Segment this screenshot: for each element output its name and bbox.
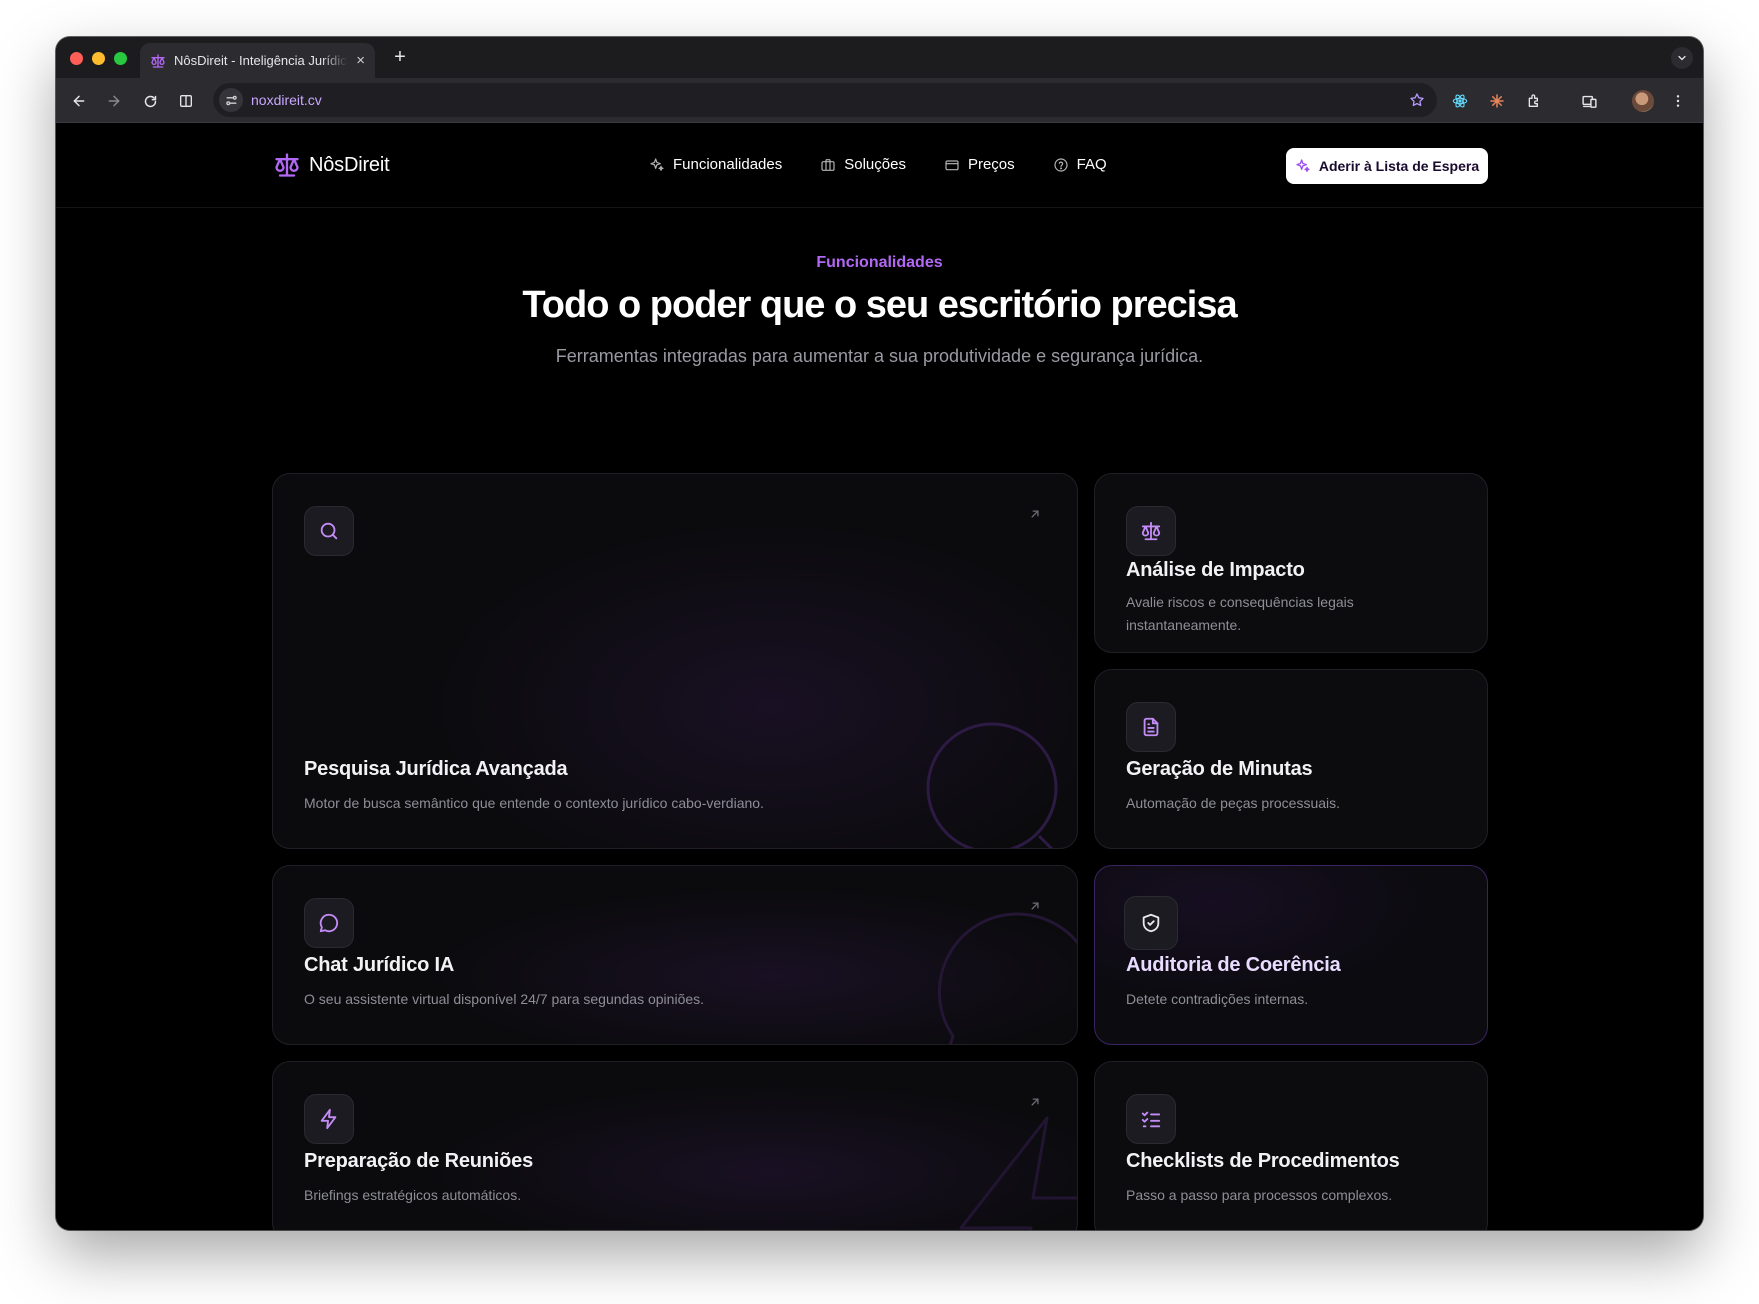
nav-item-solucoes[interactable]: Soluções (820, 156, 906, 173)
back-button[interactable] (68, 90, 90, 112)
message-circle-icon (304, 898, 354, 948)
nav-label: FAQ (1076, 156, 1107, 173)
browser-tab-active[interactable]: NôsDireit - Inteligência Jurídica × (140, 43, 375, 78)
feature-title: Pesquisa Jurídica Avançada (304, 758, 568, 780)
site-navbar: NôsDireit Funcionalidades Soluções Preço… (56, 124, 1703, 208)
feature-title: Preparação de Reuniões (304, 1150, 534, 1172)
address-bar[interactable]: noxdireit.cv (213, 83, 1437, 117)
zap-icon (304, 1094, 354, 1144)
close-window-button[interactable] (70, 52, 83, 65)
feature-desc: Passo a passo para processos complexos. (1126, 1187, 1393, 1203)
feature-desc: Detete contradições internas. (1126, 991, 1309, 1007)
site-info-icon[interactable] (219, 88, 243, 112)
arrow-up-right-icon (1028, 899, 1042, 913)
arrow-up-right-icon (1028, 507, 1042, 521)
sparkle-extension-icon[interactable] (1486, 90, 1508, 112)
feature-desc: Briefings estratégicos automáticos. (304, 1187, 522, 1203)
cta-label: Aderir à Lista de Espera (1318, 158, 1480, 174)
forward-button[interactable] (103, 90, 125, 112)
browser-toolbar: noxdireit.cv (56, 78, 1703, 123)
tab-close-icon[interactable]: × (356, 52, 365, 69)
feature-card-analise[interactable]: Análise de Impacto Avalie riscos e conse… (1094, 473, 1488, 653)
extensions-puzzle-icon[interactable] (1523, 90, 1545, 112)
arrow-right-icon (108, 95, 120, 107)
tab-search-button[interactable] (1671, 47, 1693, 69)
more-menu-icon[interactable] (1667, 90, 1689, 112)
scale-favicon-icon (150, 53, 166, 69)
credit-card-icon (945, 159, 959, 170)
url-text[interactable]: noxdireit.cv (251, 92, 1409, 108)
split-view-icon (180, 95, 192, 107)
reload-button[interactable] (139, 90, 161, 112)
feature-title: Geração de Minutas (1126, 758, 1313, 780)
section-eyebrow: Funcionalidades (816, 254, 943, 271)
reload-icon (144, 95, 156, 107)
devices-icon[interactable] (1578, 90, 1600, 112)
chat-watermark-icon (937, 912, 1077, 1044)
nav-links: Funcionalidades Soluções Preços FAQ (649, 156, 1107, 173)
feature-card-checklists[interactable]: Checklists de Procedimentos Passo a pass… (1094, 1061, 1488, 1230)
scale-logo-icon (275, 153, 299, 177)
feature-desc: Motor de busca semântico que entende o c… (304, 795, 764, 811)
feature-desc: Automação de peças processuais. (1126, 795, 1341, 811)
join-waitlist-button[interactable]: Aderir à Lista de Espera (1286, 148, 1488, 184)
sparkles-icon (1296, 159, 1310, 172)
feature-desc: Avalie riscos e consequências legais ins… (1126, 594, 1354, 633)
feature-card-pesquisa[interactable]: Pesquisa Jurídica Avançada Motor de busc… (272, 473, 1078, 849)
file-text-icon (1126, 702, 1176, 752)
feature-title: Análise de Impacto (1126, 559, 1305, 581)
window-controls (70, 52, 127, 65)
help-circle-icon (1054, 157, 1068, 172)
minimize-window-button[interactable] (92, 52, 105, 65)
list-checks-icon (1126, 1094, 1176, 1144)
brand-name: NôsDireit (309, 153, 390, 176)
nav-label: Soluções (844, 156, 906, 173)
feature-title: Auditoria de Coerência (1126, 954, 1341, 976)
react-devtools-icon[interactable] (1449, 90, 1471, 112)
shield-check-icon (1124, 896, 1178, 950)
feature-card-reunioes[interactable]: Preparação de Reuniões Briefings estraté… (272, 1061, 1078, 1230)
nav-label: Funcionalidades (673, 156, 783, 173)
profile-avatar[interactable] (1632, 90, 1654, 112)
new-tab-button[interactable]: + (388, 46, 412, 69)
nav-item-faq[interactable]: FAQ (1053, 156, 1107, 173)
browser-window: NôsDireit - Inteligência Jurídica × + no… (56, 37, 1703, 1230)
feature-desc: O seu assistente virtual disponível 24/7… (304, 991, 705, 1007)
search-icon (304, 506, 354, 556)
feature-title: Checklists de Procedimentos (1126, 1150, 1400, 1172)
nav-label: Preços (967, 156, 1015, 173)
split-view-button[interactable] (175, 90, 197, 112)
nav-item-precos[interactable]: Preços (944, 156, 1015, 173)
feature-card-auditoria[interactable]: Auditoria de Coerência Detete contradiçõ… (1094, 865, 1488, 1045)
tab-strip: NôsDireit - Inteligência Jurídica × + (56, 37, 1703, 78)
section-subtitle: Ferramentas integradas para aumentar a s… (555, 346, 1204, 366)
brand-logo[interactable]: NôsDireit (273, 151, 390, 179)
maximize-window-button[interactable] (114, 52, 127, 65)
web-page: NôsDireit Funcionalidades Soluções Preço… (56, 124, 1703, 1230)
zap-watermark-icon (959, 1116, 1077, 1230)
tab-title: NôsDireit - Inteligência Jurídica (174, 53, 349, 68)
sparkles-icon (650, 157, 664, 171)
search-watermark-icon (926, 722, 1058, 848)
arrow-left-icon (73, 95, 85, 107)
feature-card-chat[interactable]: Chat Jurídico IA O seu assistente virtua… (272, 865, 1078, 1045)
section-title: Todo o poder que o seu escritório precis… (522, 284, 1237, 326)
feature-card-minutas[interactable]: Geração de Minutas Automação de peças pr… (1094, 669, 1488, 849)
briefcase-icon (821, 158, 835, 171)
bookmark-star-icon[interactable] (1409, 92, 1425, 108)
feature-title: Chat Jurídico IA (304, 954, 455, 976)
nav-item-funcionalidades[interactable]: Funcionalidades (649, 156, 782, 173)
arrow-up-right-icon (1028, 1095, 1042, 1109)
scale-icon (1126, 506, 1176, 556)
